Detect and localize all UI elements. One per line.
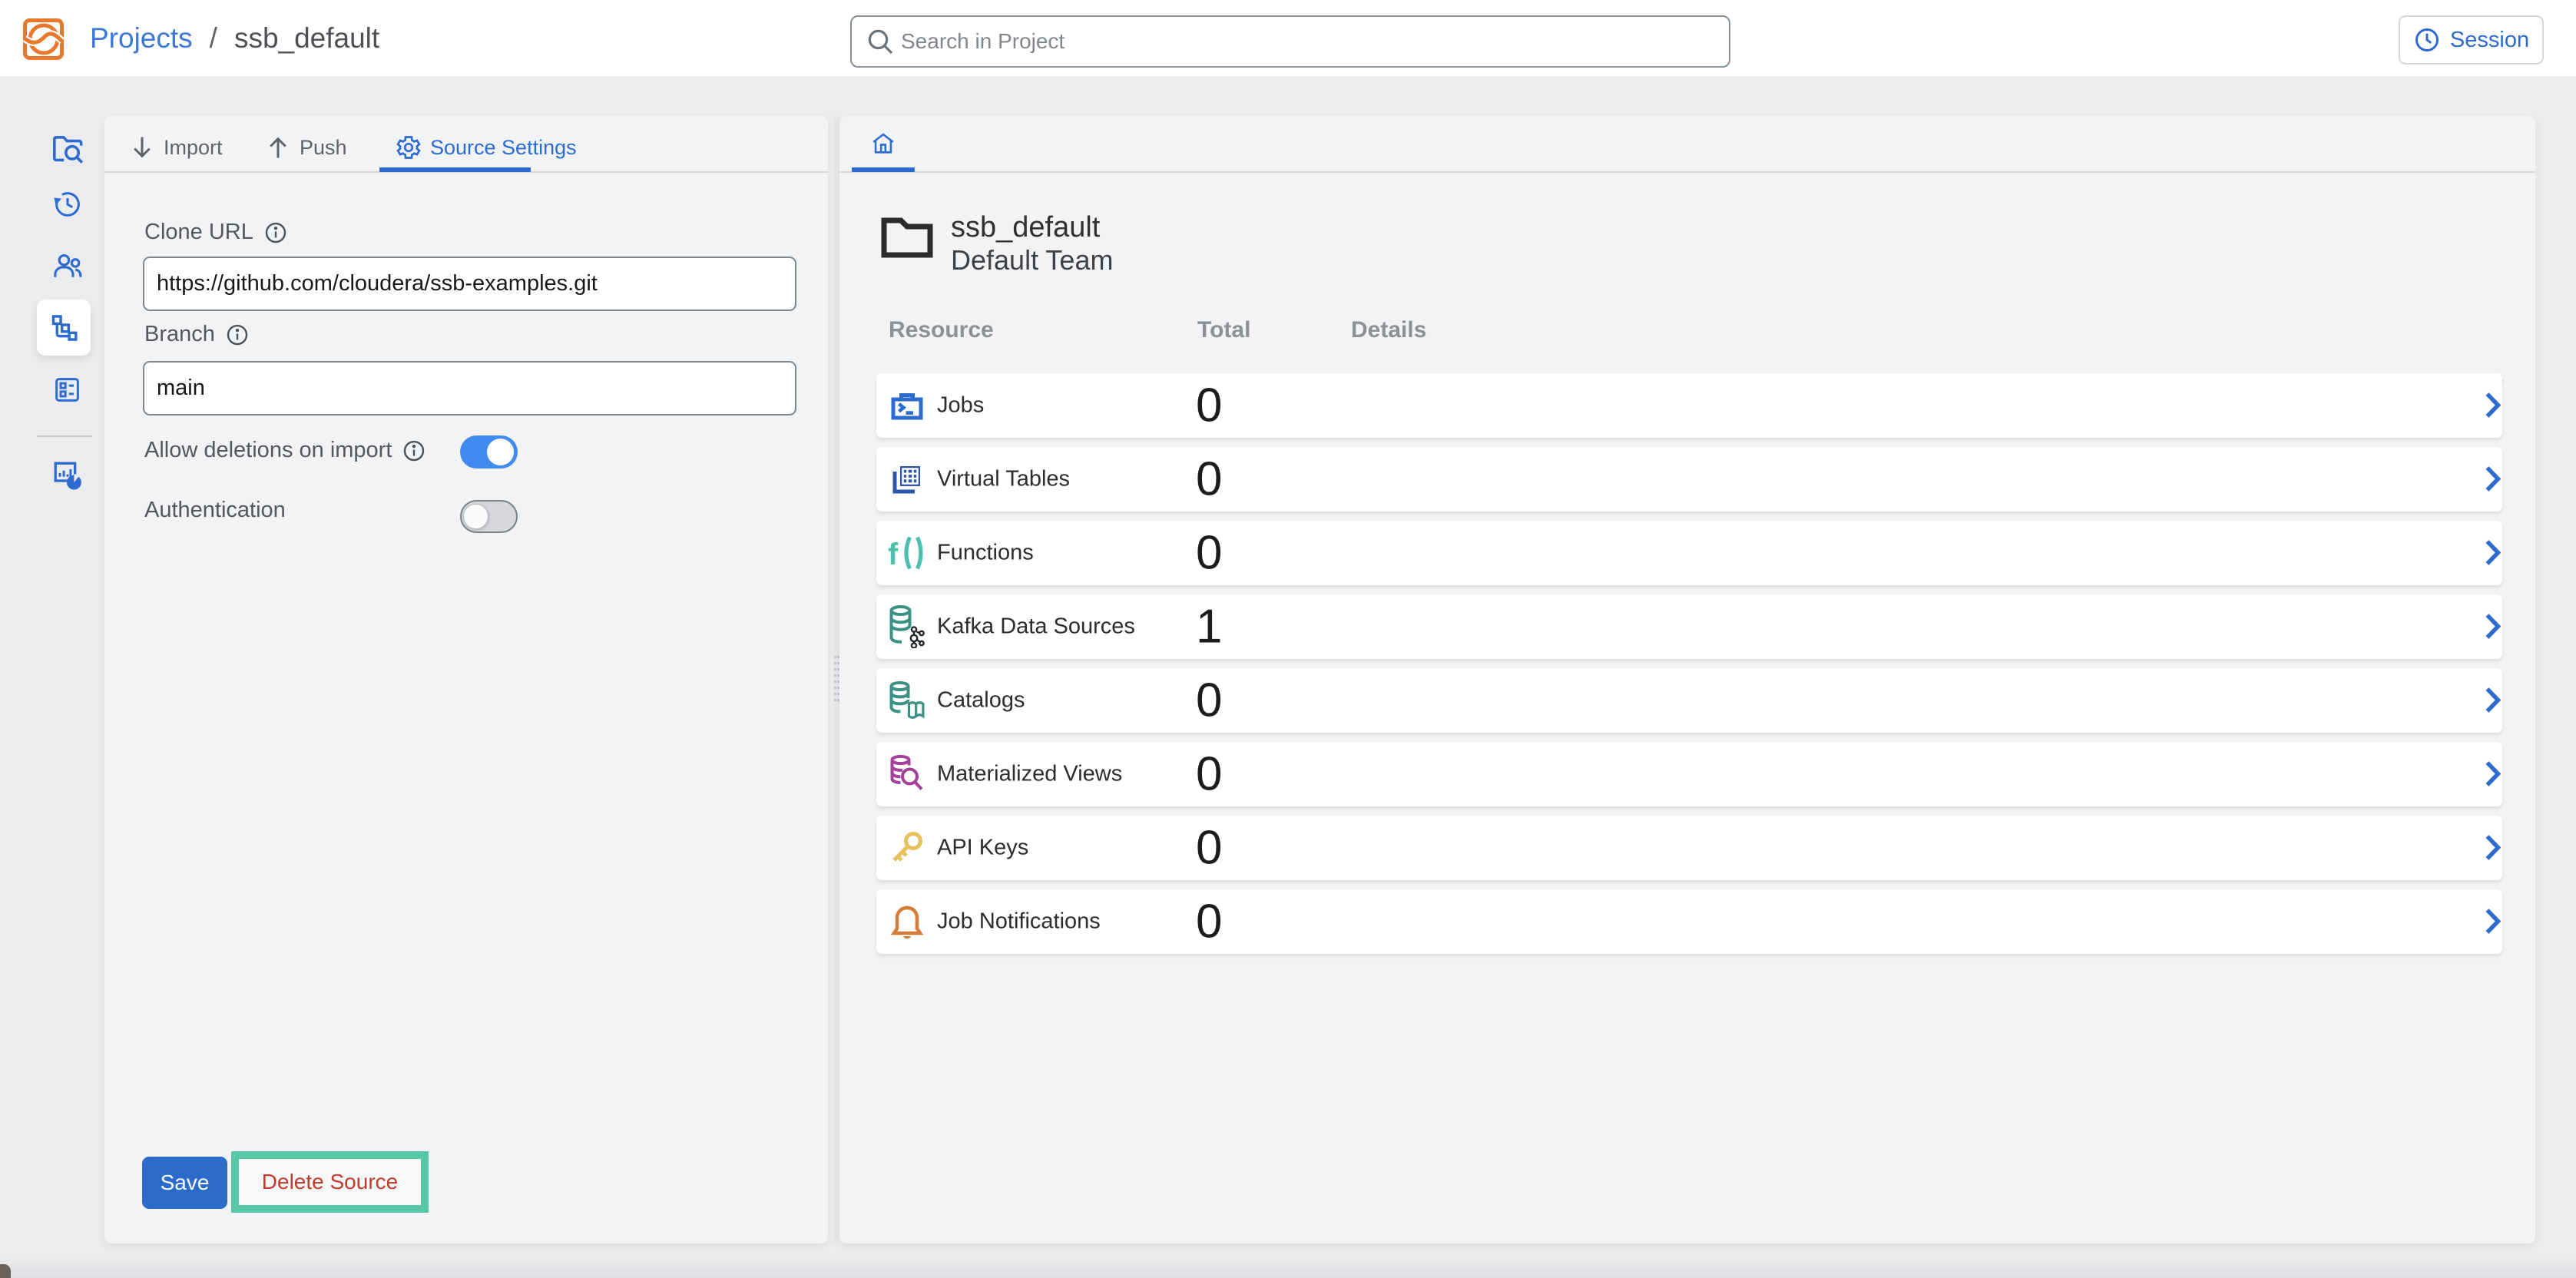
svg-text:f: f — [888, 538, 899, 570]
